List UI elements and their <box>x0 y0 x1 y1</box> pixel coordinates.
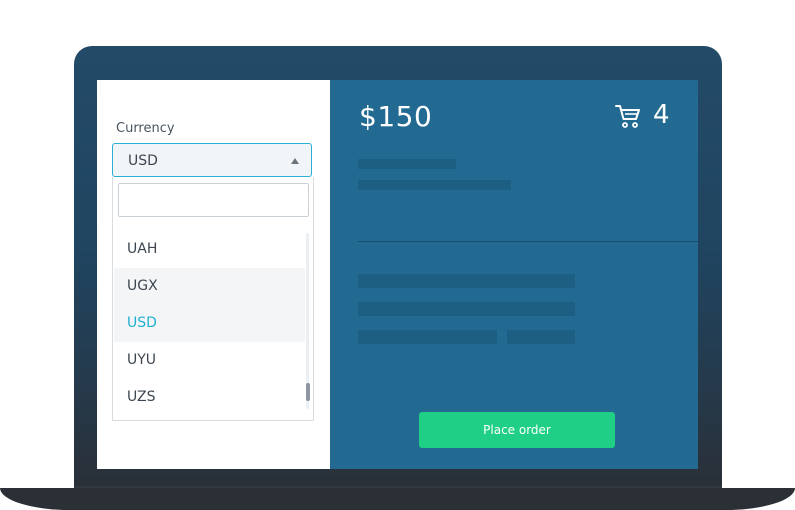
currency-option-ugx[interactable]: UGX <box>114 268 305 305</box>
laptop-screen: Currency USD UAH UGX USD UYU UZS $150 4 <box>97 80 698 469</box>
caret-up-icon <box>291 158 299 164</box>
cart-count: 4 <box>653 100 670 130</box>
placeholder-line <box>507 330 575 344</box>
currency-label: Currency <box>116 121 175 136</box>
placeholder-line <box>358 159 456 169</box>
currency-selected-value: USD <box>128 153 158 169</box>
dropdown-scrollbar-thumb[interactable] <box>306 383 310 401</box>
place-order-button[interactable]: Place order <box>419 412 615 448</box>
currency-option-uzs[interactable]: UZS <box>114 379 305 416</box>
currency-option-uah[interactable]: UAH <box>114 231 305 268</box>
laptop-base <box>0 488 795 510</box>
placeholder-line <box>358 274 575 288</box>
cart-icon[interactable] <box>614 102 642 130</box>
divider <box>358 241 698 242</box>
currency-options-list: UAH UGX USD UYU UZS <box>114 231 305 417</box>
currency-select[interactable]: USD <box>112 143 312 177</box>
currency-panel: Currency USD UAH UGX USD UYU UZS <box>97 80 330 469</box>
order-price: $150 <box>359 100 433 133</box>
placeholder-line <box>358 302 575 316</box>
currency-option-usd[interactable]: USD <box>114 305 305 342</box>
placeholder-line <box>358 330 497 344</box>
placeholder-line <box>358 180 511 190</box>
currency-dropdown: UAH UGX USD UYU UZS <box>112 177 314 421</box>
currency-option-uyu[interactable]: UYU <box>114 342 305 379</box>
currency-search-input[interactable] <box>118 183 309 217</box>
